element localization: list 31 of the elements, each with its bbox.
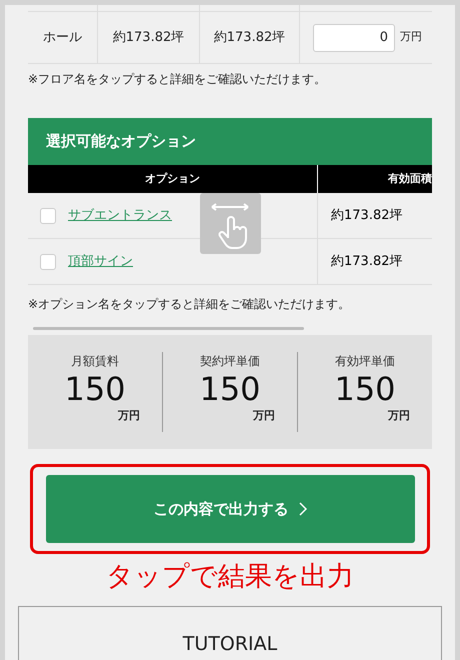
summary-value: 150	[334, 370, 396, 408]
floor-name[interactable]: ホール	[43, 28, 82, 48]
summary-label: 契約坪単価	[200, 353, 260, 370]
summary-label: 有効坪単価	[335, 353, 395, 370]
summary-unit: 万円	[118, 408, 140, 424]
unit-label: 万円	[400, 29, 422, 46]
table-cell-text: 約173.82坪	[331, 206, 402, 225]
scrollbar[interactable]	[33, 327, 304, 330]
swipe-hint-icon	[200, 193, 261, 254]
column-header: 有効面積	[388, 170, 432, 187]
floor-note: ※フロア名をタップすると詳細をご確認いただけます。	[28, 71, 328, 88]
options-header: 選択可能なオプション	[28, 118, 432, 165]
checkbox[interactable]	[40, 208, 56, 224]
option-link[interactable]: 頂部サイン	[68, 252, 133, 272]
summary-value: 150	[64, 370, 126, 408]
option-note: ※オプション名をタップすると詳細をご確認いただけます。	[28, 296, 352, 313]
tutorial-title: TUTORIAL	[182, 632, 278, 656]
summary-unit: 万円	[388, 408, 410, 424]
callout-text: タップで結果を出力	[105, 560, 355, 594]
table-cell-text: 約173.82坪	[112, 28, 184, 47]
column-header: オプション	[145, 170, 200, 187]
summary-unit: 万円	[253, 408, 275, 424]
chevron-right-icon	[298, 502, 306, 516]
output-button[interactable]: この内容で出力する	[46, 475, 414, 543]
table-cell-text: 約173.82坪	[331, 252, 402, 271]
summary-label: 月額賃料	[71, 353, 119, 370]
summary-value: 150	[199, 370, 261, 408]
table-cell-text: 約173.82坪	[214, 28, 286, 47]
checkbox[interactable]	[40, 254, 56, 270]
option-link[interactable]: サブエントランス	[68, 206, 172, 226]
price-field[interactable]: 0	[313, 24, 395, 52]
